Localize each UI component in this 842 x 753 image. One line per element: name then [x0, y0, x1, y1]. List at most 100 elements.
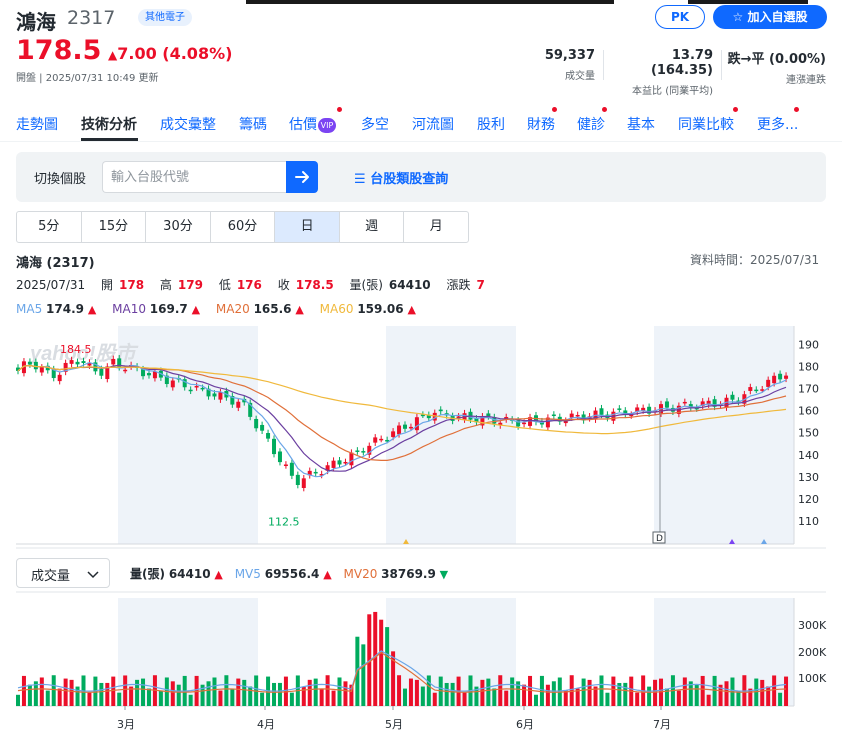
volume-bar: [218, 690, 223, 706]
period-month[interactable]: 月: [404, 212, 468, 242]
candle-body: [272, 438, 277, 455]
y-tick-label: 170: [798, 383, 819, 396]
tab-chips[interactable]: 籌碼: [239, 114, 267, 134]
notification-dot: [733, 107, 738, 112]
volume-bar: [635, 692, 640, 706]
category-query-link[interactable]: ☰ 台股類股查詢: [354, 168, 448, 187]
stat-volume-label: 成交量: [565, 71, 595, 82]
indicator-select[interactable]: 成交量: [16, 558, 110, 588]
tab-trend[interactable]: 走勢圖: [16, 114, 58, 134]
ad-banner[interactable]: [246, 0, 614, 4]
period-15min[interactable]: 15分: [82, 212, 147, 242]
chevron-down-icon: [87, 571, 99, 579]
add-watchlist-button[interactable]: ☆ 加入自選股: [713, 5, 827, 29]
category-badge[interactable]: 其他電子: [138, 9, 192, 26]
candle-body: [617, 408, 622, 410]
market-status: 開盤 | 2025/07/31 10:49 更新: [16, 73, 159, 84]
notification-dot: [602, 107, 607, 112]
candle-body: [748, 387, 753, 391]
candle-body: [391, 431, 396, 437]
volume-bar: [39, 677, 44, 706]
volume-bar: [105, 682, 110, 706]
period-week[interactable]: 週: [340, 212, 405, 242]
y-tick-label: 150: [798, 427, 819, 440]
candle-body: [99, 368, 104, 376]
candle-body: [760, 389, 765, 391]
volume-label: 量(張): [349, 278, 383, 292]
high-label: 高: [159, 278, 172, 292]
candle-body: [39, 367, 44, 373]
period-day[interactable]: 日: [275, 212, 340, 242]
stock-search-input[interactable]: [102, 161, 287, 193]
volume-bar: [694, 684, 699, 706]
tab-dividend[interactable]: 股利: [477, 114, 505, 134]
volume-bar: [492, 688, 497, 706]
candle-body: [682, 401, 687, 404]
tab-peer-compare[interactable]: 同業比較: [678, 114, 734, 134]
ad-banner-2[interactable]: [688, 0, 808, 4]
volume-bar: [45, 690, 50, 706]
data-time: 資料時間：2025/07/31: [690, 253, 820, 267]
pk-button[interactable]: PK: [655, 5, 705, 29]
candle-body: [664, 401, 669, 408]
volume-bar: [700, 675, 705, 706]
ma60-legend: MA60 159.06 ▲: [320, 302, 416, 316]
volume-bar: [236, 678, 241, 706]
price-chart[interactable]: yahoo!股市 190180170160150140130120110184.5…: [0, 320, 842, 740]
divider: [0, 141, 842, 142]
tab-technical[interactable]: 技術分析: [81, 114, 137, 134]
y-tick-label: 180: [798, 360, 819, 373]
stat-streak-value: 跌→平 (0.00%): [727, 52, 826, 67]
tab-river[interactable]: 河流圖: [412, 114, 454, 134]
month-band: [654, 326, 794, 544]
tab-valuation[interactable]: 估價 VIP: [289, 114, 336, 134]
ma20-legend: MA20 165.6 ▲: [216, 302, 304, 316]
tab-finance[interactable]: 財務: [527, 114, 555, 134]
star-icon: ☆: [732, 10, 744, 24]
search-submit-button[interactable]: [286, 161, 318, 193]
mv5-value: 69556.4: [264, 567, 320, 581]
volume-bar: [462, 692, 467, 706]
volume-bar: [426, 675, 431, 706]
candle-body: [766, 379, 771, 387]
close-label: 收: [277, 278, 290, 292]
candle-body: [188, 389, 193, 392]
volume-bar: [111, 676, 116, 706]
period-5min[interactable]: 5分: [17, 212, 82, 242]
candle-body: [111, 358, 116, 365]
volume-bar: [123, 675, 128, 706]
volume-bar: [450, 682, 455, 706]
volume-bar: [766, 686, 771, 706]
tab-more[interactable]: 更多...: [757, 114, 798, 134]
volume-bar: [277, 682, 282, 706]
candle-body: [599, 408, 604, 415]
period-60min[interactable]: 60分: [211, 212, 276, 242]
volume-bar: [647, 686, 652, 706]
up-arrow-icon: ▲: [191, 303, 201, 316]
vip-badge: VIP: [318, 118, 336, 133]
volume-bar: [313, 678, 318, 706]
candle-body: [266, 433, 271, 439]
current-price: 178.5: [16, 35, 102, 66]
period-30min[interactable]: 30分: [146, 212, 211, 242]
volume-bar: [87, 692, 92, 706]
chart-title: 鴻海 (2317): [16, 256, 95, 271]
ohlc-row: 2025/07/31 開 178 高 179 低 176 收 178.5 量(張) 644…: [16, 276, 485, 293]
up-arrow-icon: ▲: [407, 303, 416, 316]
candle-body: [33, 361, 38, 370]
up-arrow-icon: ▲: [108, 48, 118, 62]
category-query-label: 台股類股查詢: [370, 172, 449, 187]
up-arrow-icon: ▲: [295, 303, 304, 316]
indicator-select-label: 成交量: [31, 569, 71, 584]
candle-body: [772, 375, 777, 384]
volume-bar: [224, 675, 229, 706]
candle-body: [81, 361, 86, 364]
volume-bar: [408, 678, 413, 706]
tab-basic[interactable]: 基本: [627, 114, 655, 134]
volume-tick-label: 200K: [798, 646, 827, 659]
volume-bar: [510, 677, 515, 706]
tab-bull-bear[interactable]: 多空: [361, 114, 389, 134]
tab-trade-summary[interactable]: 成交彙整: [160, 114, 216, 134]
tab-health[interactable]: 健診: [577, 114, 605, 134]
volume-bar: [212, 677, 217, 706]
